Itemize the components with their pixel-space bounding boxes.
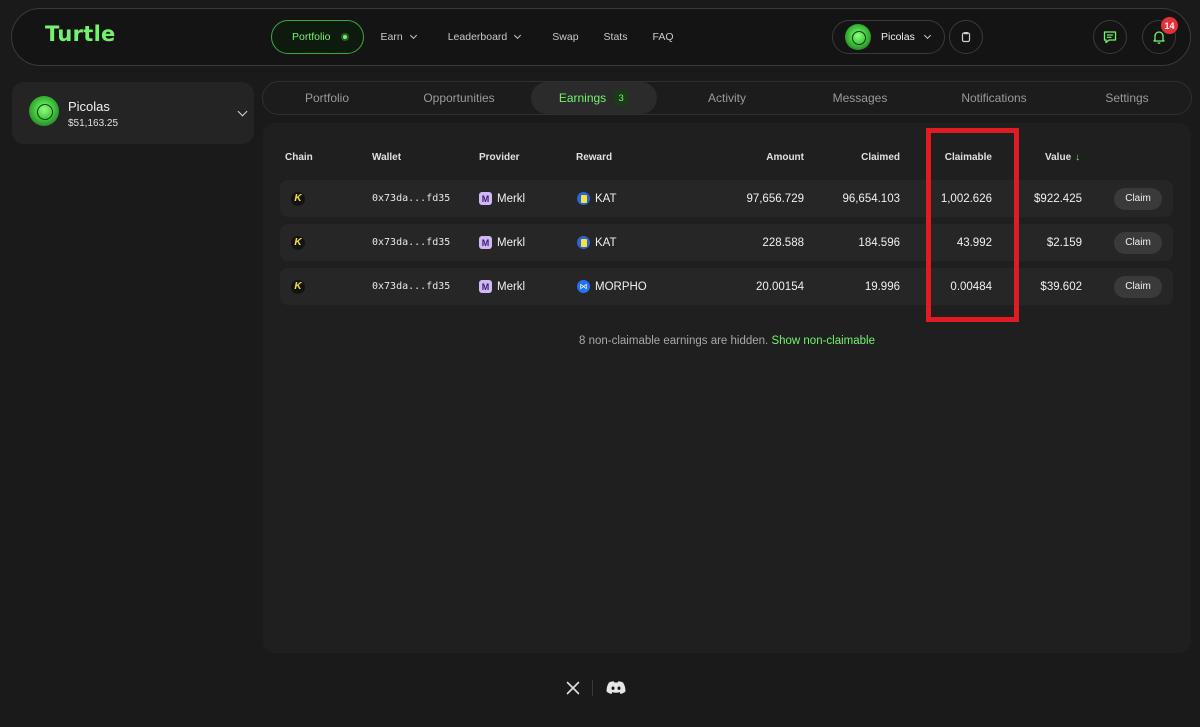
claim-button[interactable]: Claim bbox=[1114, 275, 1162, 298]
reward-token: KAT bbox=[595, 192, 617, 205]
kat-token-icon bbox=[577, 192, 590, 205]
table-row: K 0x73da...fd35 M Merkl ⋈ MORPHO 20.0015… bbox=[280, 268, 1173, 305]
show-non-claimable-link[interactable]: Show non-claimable bbox=[771, 335, 875, 347]
merkl-icon: M bbox=[479, 192, 492, 205]
provider-cell: M Merkl bbox=[479, 180, 525, 217]
merkl-icon: M bbox=[479, 280, 492, 293]
sort-down-icon: ↓ bbox=[1075, 152, 1081, 163]
footer-divider bbox=[592, 680, 593, 696]
tab-earnings[interactable]: Earnings 3 bbox=[531, 82, 657, 114]
column-header-value-label: Value bbox=[1045, 152, 1072, 163]
top-navbar: Turtle Portfolio Earn Leaderboard Swap S… bbox=[11, 8, 1191, 66]
main-nav: Portfolio Earn Leaderboard Swap Stats FA… bbox=[271, 20, 674, 54]
chevron-down-icon bbox=[514, 31, 522, 40]
tab-notifications[interactable]: Notifications bbox=[929, 82, 1059, 114]
messages-button[interactable] bbox=[1093, 20, 1127, 54]
footer-social bbox=[566, 680, 627, 696]
reward-cell: KAT bbox=[577, 224, 617, 261]
column-header-chain[interactable]: Chain bbox=[285, 152, 313, 163]
wallet-cell: 0x73da...fd35 bbox=[372, 237, 451, 248]
provider-name: Merkl bbox=[497, 192, 526, 205]
nav-faq[interactable]: FAQ bbox=[652, 31, 673, 43]
avatar bbox=[845, 24, 871, 50]
tab-settings[interactable]: Settings bbox=[1063, 82, 1191, 114]
morpho-token-icon: ⋈ bbox=[577, 280, 590, 293]
earnings-count-badge: 3 bbox=[613, 90, 630, 106]
katana-chain-icon: K bbox=[291, 279, 305, 294]
chevron-down-icon bbox=[409, 31, 417, 40]
column-header-claimed[interactable]: Claimed bbox=[829, 152, 900, 163]
kat-token-icon bbox=[577, 236, 590, 249]
avatar bbox=[29, 96, 59, 126]
chevron-down-icon[interactable] bbox=[237, 106, 248, 117]
claim-cell: Claim bbox=[1114, 224, 1162, 261]
reward-token: KAT bbox=[595, 236, 617, 249]
nav-earn[interactable]: Earn bbox=[380, 31, 417, 43]
column-header-amount[interactable]: Amount bbox=[733, 152, 804, 163]
tab-messages[interactable]: Messages bbox=[795, 82, 925, 114]
claim-button[interactable]: Claim bbox=[1114, 187, 1162, 210]
portfolio-tabs: Portfolio Opportunities Earnings 3 Activ… bbox=[262, 81, 1192, 115]
chat-icon bbox=[1103, 31, 1117, 44]
katana-chain-icon: K bbox=[291, 235, 305, 250]
tab-portfolio[interactable]: Portfolio bbox=[263, 82, 391, 114]
hidden-earnings-note: 8 non-claimable earnings are hidden. Sho… bbox=[263, 335, 1191, 347]
user-menu-button[interactable]: Picolas bbox=[832, 20, 945, 54]
notifications-button[interactable]: 14 bbox=[1142, 17, 1178, 54]
tab-earnings-label: Earnings bbox=[558, 91, 607, 105]
merkl-icon: M bbox=[479, 236, 492, 249]
x-icon[interactable] bbox=[566, 681, 580, 695]
clipboard-button[interactable] bbox=[949, 20, 983, 54]
chain-cell: K bbox=[291, 180, 305, 217]
nav-leaderboard[interactable]: Leaderboard bbox=[447, 31, 522, 43]
active-dot-icon bbox=[340, 33, 349, 41]
clipboard-icon bbox=[961, 32, 971, 43]
chain-cell: K bbox=[291, 224, 305, 261]
column-header-value[interactable]: Value ↓ bbox=[1045, 152, 1080, 163]
account-balance: $51,163.25 bbox=[68, 118, 119, 129]
provider-name: Merkl bbox=[497, 236, 526, 249]
provider-name: Merkl bbox=[497, 280, 526, 293]
nav-earn-label: Earn bbox=[380, 31, 403, 43]
account-card[interactable]: Picolas $51,163.25 bbox=[12, 82, 254, 144]
tab-activity[interactable]: Activity bbox=[663, 82, 791, 114]
earnings-panel: Chain Wallet Provider Reward Amount Clai… bbox=[263, 123, 1191, 653]
provider-cell: M Merkl bbox=[479, 224, 525, 261]
table-row: K 0x73da...fd35 M Merkl KAT 228.588 184.… bbox=[280, 224, 1173, 261]
nav-swap[interactable]: Swap bbox=[552, 31, 578, 43]
wallet-cell: 0x73da...fd35 bbox=[372, 193, 451, 204]
notification-count-badge: 14 bbox=[1161, 17, 1178, 34]
table-row: K 0x73da...fd35 M Merkl KAT 97,656.729 9… bbox=[280, 180, 1173, 217]
wallet-cell: 0x73da...fd35 bbox=[372, 281, 451, 292]
nav-portfolio[interactable]: Portfolio bbox=[271, 20, 364, 54]
reward-cell: KAT bbox=[577, 180, 617, 217]
provider-cell: M Merkl bbox=[479, 268, 525, 305]
nav-stats[interactable]: Stats bbox=[604, 31, 628, 43]
column-header-reward[interactable]: Reward bbox=[576, 152, 612, 163]
discord-icon[interactable] bbox=[605, 680, 627, 696]
hidden-earnings-text: 8 non-claimable earnings are hidden. bbox=[579, 335, 769, 347]
column-header-provider[interactable]: Provider bbox=[479, 152, 520, 163]
turtle-logo[interactable]: Turtle bbox=[45, 22, 116, 46]
account-name: Picolas bbox=[68, 99, 110, 114]
chain-cell: K bbox=[291, 268, 305, 305]
chevron-down-icon bbox=[923, 31, 931, 40]
reward-token: MORPHO bbox=[595, 280, 647, 293]
claim-button[interactable]: Claim bbox=[1114, 231, 1162, 254]
reward-cell: ⋈ MORPHO bbox=[577, 268, 647, 305]
claim-cell: Claim bbox=[1114, 268, 1162, 305]
nav-leaderboard-label: Leaderboard bbox=[447, 31, 508, 43]
tab-opportunities[interactable]: Opportunities bbox=[391, 82, 527, 114]
claim-cell: Claim bbox=[1114, 180, 1162, 217]
column-header-wallet[interactable]: Wallet bbox=[372, 152, 401, 163]
user-name: Picolas bbox=[881, 31, 915, 43]
katana-chain-icon: K bbox=[291, 191, 305, 206]
nav-portfolio-label: Portfolio bbox=[292, 31, 331, 43]
claimable-highlight-box bbox=[926, 128, 1019, 322]
